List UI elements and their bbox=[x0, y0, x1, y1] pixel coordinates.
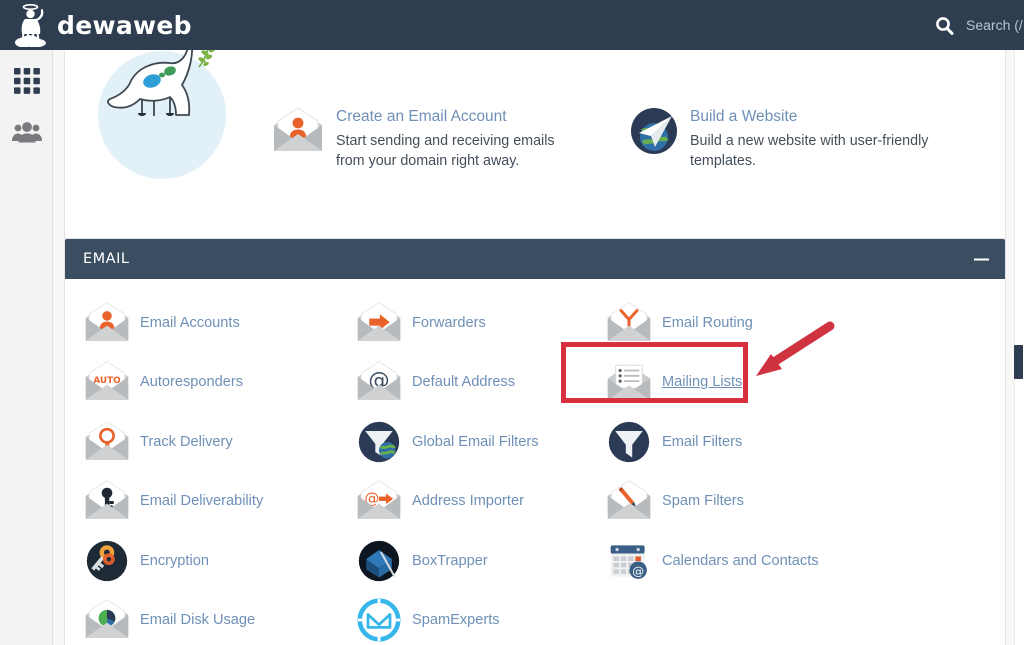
envelope-user-icon bbox=[83, 299, 131, 347]
promo-create-email-account[interactable]: Create an Email Account Start sending an… bbox=[272, 107, 577, 171]
paper-plane-globe-icon bbox=[631, 108, 677, 154]
envelope-user-icon bbox=[274, 107, 322, 151]
item-label[interactable]: Default Address bbox=[412, 374, 515, 390]
dinosaur-icon bbox=[107, 50, 216, 116]
email-item-email-disk-usage[interactable]: Email Disk Usage bbox=[65, 591, 337, 645]
email-item-address-importer[interactable]: @ Address Importer bbox=[337, 472, 587, 532]
sidebar-item-apps[interactable] bbox=[0, 50, 53, 105]
svg-text:AUTO: AUTO bbox=[93, 376, 121, 386]
item-label[interactable]: Email Accounts bbox=[140, 315, 240, 331]
svg-text:@: @ bbox=[632, 564, 644, 578]
envelope-pie-icon bbox=[83, 596, 131, 644]
promo-description: Start sending and receiving emails from … bbox=[336, 133, 555, 169]
grid-row: Encryption BoxTrapper @ Calendars and Co… bbox=[65, 531, 1005, 591]
email-item-email-filters[interactable]: Email Filters bbox=[587, 412, 887, 472]
grid-apps-icon bbox=[13, 67, 40, 94]
brand-name: dewaweb bbox=[57, 10, 192, 40]
item-label[interactable]: BoxTrapper bbox=[412, 553, 488, 569]
item-label[interactable]: Forwarders bbox=[412, 315, 486, 331]
welcome-card: Create an Email Account Start sending an… bbox=[64, 50, 1006, 268]
envelope-at-arrow-icon: @ bbox=[355, 477, 403, 525]
spamexperts-icon bbox=[355, 596, 403, 644]
envelope-at-icon: @ bbox=[355, 358, 403, 406]
email-item-global-email-filters[interactable]: Global Email Filters bbox=[337, 412, 587, 472]
promo-title[interactable]: Create an Email Account bbox=[336, 107, 577, 127]
item-label[interactable]: Calendars and Contacts bbox=[662, 553, 819, 569]
grid-row: Track Delivery Global Email Filters Emai… bbox=[65, 412, 1005, 472]
envelope-key-icon bbox=[83, 477, 131, 525]
dewaweb-angel-logo-icon bbox=[15, 3, 46, 47]
box-trap-icon bbox=[355, 537, 403, 585]
email-section-panel: EMAIL Email Accounts Forwarders Email Ro… bbox=[64, 238, 1006, 645]
item-label[interactable]: Track Delivery bbox=[140, 434, 233, 450]
promo-build-a-website[interactable]: Build a Website Build a new website with… bbox=[630, 107, 940, 171]
item-label[interactable]: Autoresponders bbox=[140, 374, 243, 390]
grid-row: Email Accounts Forwarders Email Routing bbox=[65, 293, 1005, 353]
search-area[interactable] bbox=[935, 0, 1024, 50]
minus-icon[interactable] bbox=[974, 252, 989, 267]
item-label[interactable]: Spam Filters bbox=[662, 493, 744, 509]
top-header-bar: dewaweb bbox=[0, 0, 1024, 50]
item-label[interactable]: Email Routing bbox=[662, 315, 753, 331]
grid-row: Email Deliverability @ Address Importer … bbox=[65, 472, 1005, 532]
email-item-track-delivery[interactable]: Track Delivery bbox=[65, 412, 337, 472]
left-sidebar bbox=[0, 50, 53, 645]
search-icon[interactable] bbox=[935, 16, 954, 35]
email-item-boxtrapper[interactable]: BoxTrapper bbox=[337, 531, 587, 591]
email-section-header[interactable]: EMAIL bbox=[65, 239, 1005, 279]
envelope-list-icon bbox=[605, 358, 653, 406]
email-item-default-address[interactable]: @ Default Address bbox=[337, 353, 587, 413]
email-item-email-accounts[interactable]: Email Accounts bbox=[65, 293, 337, 353]
search-input[interactable] bbox=[966, 17, 1024, 33]
envelope-pen-icon bbox=[605, 477, 653, 525]
scrollbar-thumb[interactable] bbox=[1014, 345, 1023, 379]
email-item-mailing-lists[interactable]: Mailing Lists bbox=[587, 353, 887, 413]
grid-row: Email Disk Usage SpamExperts bbox=[65, 591, 1005, 645]
key-lock-icon bbox=[83, 537, 131, 585]
item-label[interactable]: Address Importer bbox=[412, 493, 524, 509]
item-label[interactable]: Email Deliverability bbox=[140, 493, 263, 509]
item-label[interactable]: Encryption bbox=[140, 553, 209, 569]
funnel-globe-icon bbox=[355, 418, 403, 466]
dinosaur-illustration bbox=[98, 50, 226, 179]
email-item-email-deliverability[interactable]: Email Deliverability bbox=[65, 472, 337, 532]
envelope-arrow-icon bbox=[355, 299, 403, 347]
item-label[interactable]: Email Filters bbox=[662, 434, 742, 450]
funnel-icon bbox=[605, 418, 653, 466]
email-item-spam-filters[interactable]: Spam Filters bbox=[587, 472, 887, 532]
email-item-email-routing[interactable]: Email Routing bbox=[587, 293, 887, 353]
email-items-grid: Email Accounts Forwarders Email Routing … bbox=[65, 279, 1005, 645]
section-title: EMAIL bbox=[83, 251, 130, 267]
email-item-encryption[interactable]: Encryption bbox=[65, 531, 337, 591]
users-icon bbox=[11, 121, 42, 142]
item-label[interactable]: Global Email Filters bbox=[412, 434, 539, 450]
sidebar-item-users[interactable] bbox=[0, 105, 53, 160]
email-item-autoresponders[interactable]: AUTO Autoresponders bbox=[65, 353, 337, 413]
brand-logo[interactable]: dewaweb bbox=[12, 3, 192, 47]
promo-description: Build a new website with user-friendly t… bbox=[690, 133, 929, 169]
main-content: Create an Email Account Start sending an… bbox=[53, 50, 1024, 645]
envelope-routing-icon bbox=[605, 299, 653, 347]
email-item-forwarders[interactable]: Forwarders bbox=[337, 293, 587, 353]
grid-cell-empty bbox=[587, 591, 887, 645]
promo-title[interactable]: Build a Website bbox=[690, 107, 940, 127]
email-item-spamexperts[interactable]: SpamExperts bbox=[337, 591, 587, 645]
envelope-auto-icon: AUTO bbox=[83, 358, 131, 406]
item-label[interactable]: Email Disk Usage bbox=[140, 612, 255, 628]
envelope-pin-icon bbox=[83, 418, 131, 466]
calendar-at-icon: @ bbox=[605, 537, 653, 585]
grid-row: AUTO Autoresponders @ Default Address Ma… bbox=[65, 353, 1005, 413]
item-label[interactable]: SpamExperts bbox=[412, 612, 500, 628]
email-item-calendars-and-contacts[interactable]: @ Calendars and Contacts bbox=[587, 531, 887, 591]
item-label[interactable]: Mailing Lists bbox=[662, 374, 742, 390]
